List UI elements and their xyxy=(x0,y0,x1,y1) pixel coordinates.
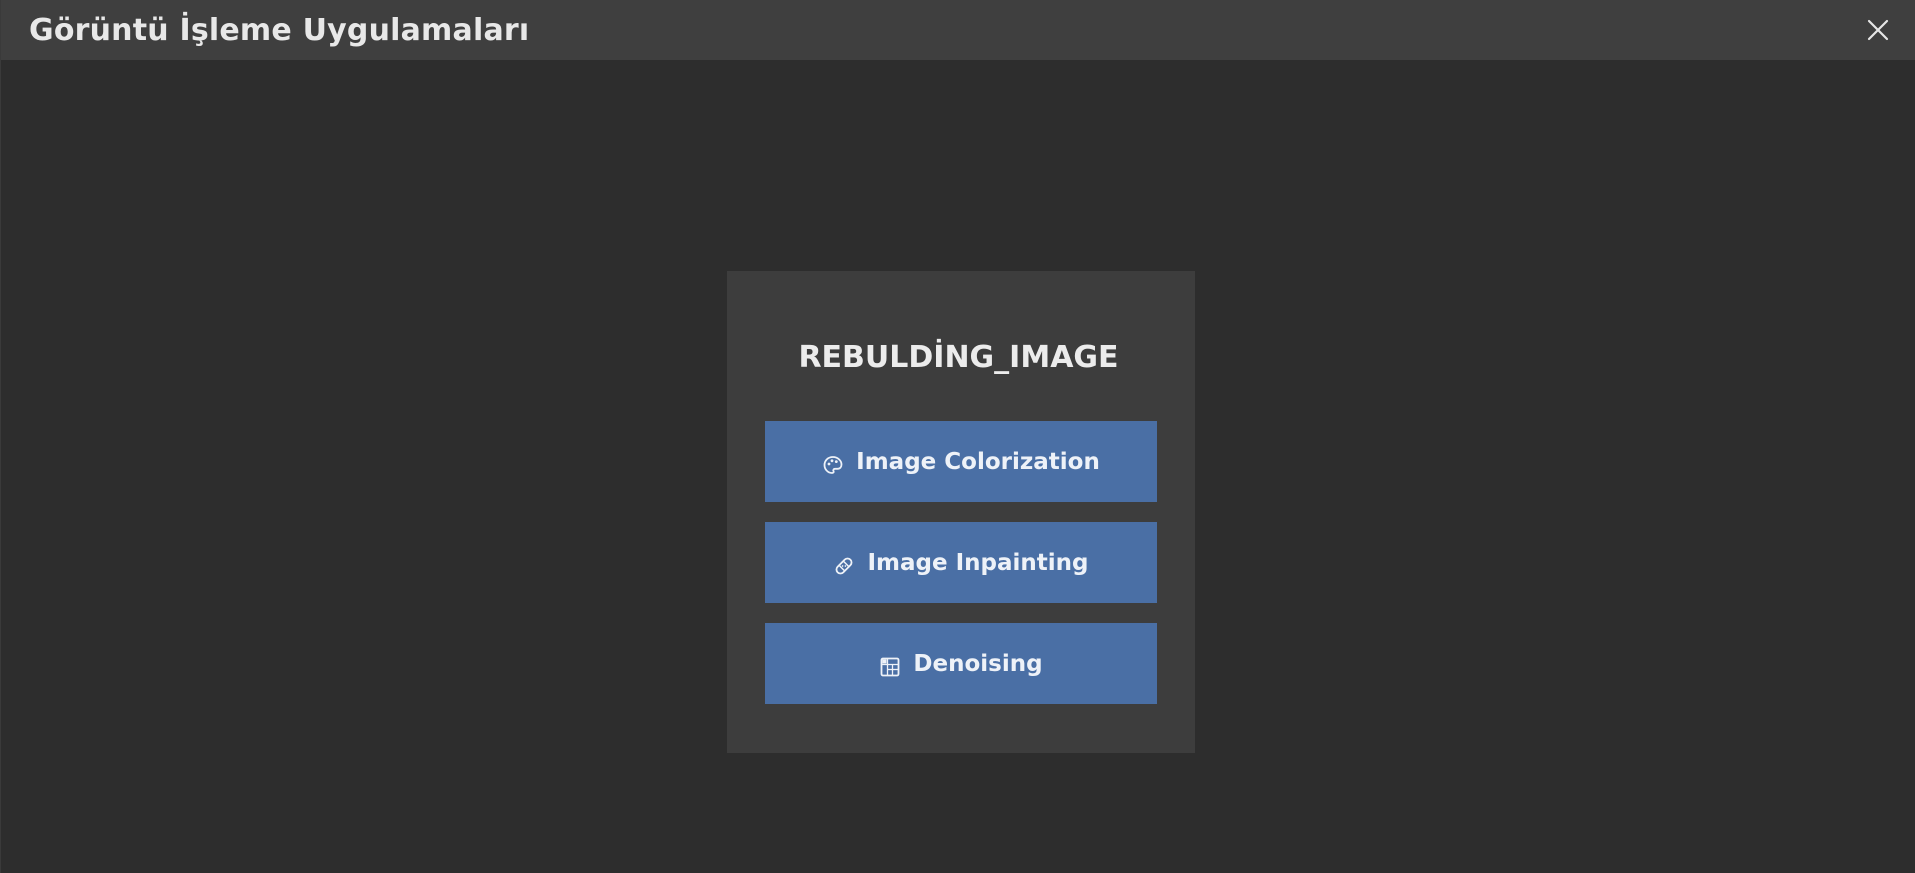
image-grid-icon xyxy=(879,656,901,678)
close-icon xyxy=(1867,19,1889,41)
image-colorization-label: Image Colorization xyxy=(856,448,1100,475)
title-bar: Görüntü İşleme Uygulamaları xyxy=(1,0,1915,60)
bandage-icon xyxy=(833,555,855,577)
denoising-button[interactable]: Denoising xyxy=(765,623,1157,704)
app-window: Görüntü İşleme Uygulamaları REBULDİNG_IM… xyxy=(0,0,1915,873)
close-button[interactable] xyxy=(1862,14,1894,46)
palette-icon xyxy=(822,454,844,476)
image-inpainting-button[interactable]: Image Inpainting xyxy=(765,522,1157,603)
denoising-label: Denoising xyxy=(913,650,1043,677)
window-title: Görüntü İşleme Uygulamaları xyxy=(29,12,530,48)
image-inpainting-label: Image Inpainting xyxy=(867,549,1089,576)
image-colorization-button[interactable]: Image Colorization xyxy=(765,421,1157,502)
panel-title: REBULDİNG_IMAGE xyxy=(798,340,1119,375)
